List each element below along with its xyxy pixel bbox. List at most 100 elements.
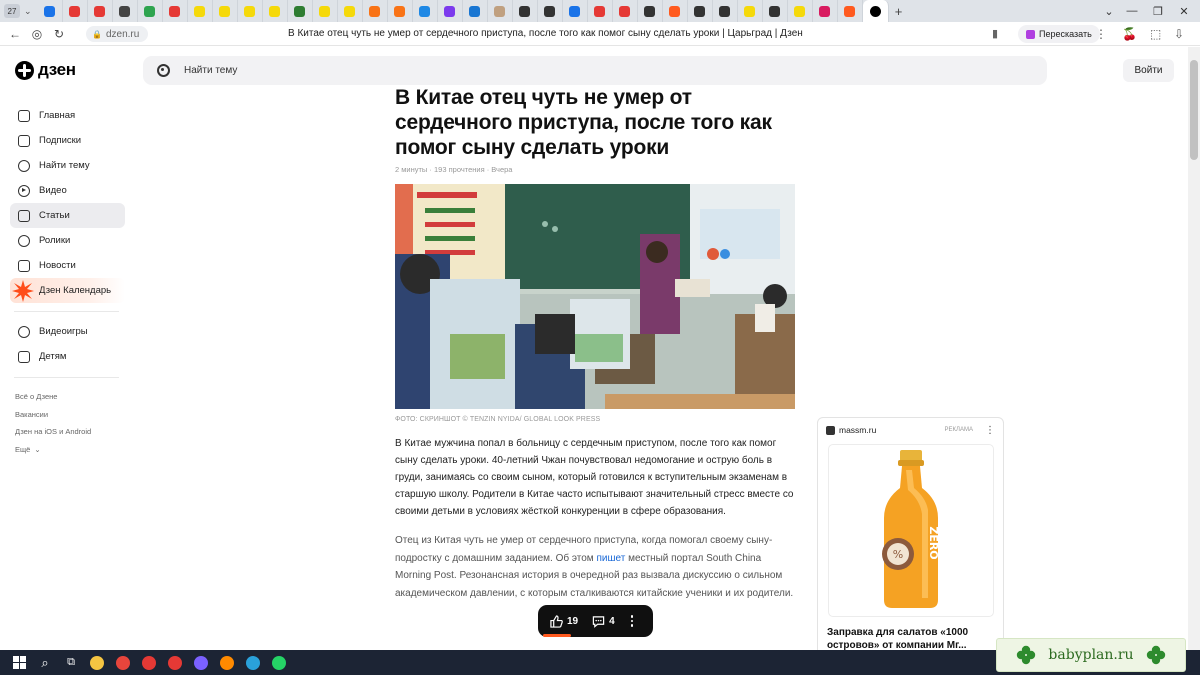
ad-menu-icon[interactable]: ⋮ <box>985 425 995 436</box>
article-title: В Китае отец чуть не умер от сердечного … <box>395 86 772 159</box>
pinned-tab[interactable] <box>663 0 688 22</box>
sidebar-item-calendar[interactable]: Дзен Календарь <box>10 278 125 303</box>
new-tab-button[interactable]: + <box>889 4 909 19</box>
comment-count: 4 <box>609 615 615 627</box>
pinned-tab[interactable] <box>713 0 738 22</box>
pinned-tab[interactable] <box>88 0 113 22</box>
bookmark-icon[interactable]: ▮ <box>992 27 998 40</box>
more-options-icon[interactable] <box>630 615 634 627</box>
pinned-tab[interactable] <box>688 0 713 22</box>
back-arrow-icon[interactable]: ← <box>4 27 26 41</box>
reader-mode-icon[interactable]: ◎ <box>26 27 48 41</box>
tab-favicon-icon <box>844 5 856 17</box>
pinned-tab[interactable] <box>563 0 588 22</box>
pinned-tab[interactable] <box>788 0 813 22</box>
taskbar-app-button[interactable] <box>242 652 264 674</box>
page-scrollbar-thumb[interactable] <box>1190 60 1198 160</box>
ad-card[interactable]: massm.ru РЕКЛАМА ⋮ % ZERO Заправка для с… <box>817 417 1004 657</box>
footer-link-about[interactable]: Всё о Дзене <box>15 388 125 406</box>
tab-favicon-icon <box>819 5 831 17</box>
tab-list-chevron-icon[interactable]: ⌄ <box>24 6 32 17</box>
pinned-tab[interactable] <box>113 0 138 22</box>
sidebar-item-articles[interactable]: Статьи <box>10 203 125 228</box>
task-view-button[interactable]: ⧉ <box>60 652 82 674</box>
pinned-tab[interactable] <box>463 0 488 22</box>
pinned-tab[interactable] <box>438 0 463 22</box>
comments-button[interactable]: 4 <box>592 615 615 628</box>
login-button[interactable]: Войти <box>1123 59 1174 82</box>
taskbar-app-button[interactable] <box>164 652 186 674</box>
extension-icon[interactable]: 🍒 <box>1122 27 1137 41</box>
pinned-tab[interactable] <box>588 0 613 22</box>
pinned-tab[interactable] <box>313 0 338 22</box>
close-window-button[interactable]: ✕ <box>1166 0 1200 22</box>
source-link[interactable]: пишет <box>596 553 625 564</box>
pinned-tab[interactable] <box>613 0 638 22</box>
pinned-tab[interactable] <box>188 0 213 22</box>
pinned-tab[interactable] <box>838 0 863 22</box>
sidebar-item-video[interactable]: Видео <box>10 178 125 203</box>
sidebar-item-label: Видеоигры <box>39 326 88 337</box>
pinned-tab[interactable] <box>413 0 438 22</box>
downloads-icon[interactable]: ⇩ <box>1174 27 1184 41</box>
url-field[interactable]: 🔒 dzen.ru <box>86 26 148 42</box>
sidebar-item-find-topic[interactable]: Найти тему <box>10 153 125 178</box>
pinned-tab[interactable] <box>238 0 263 22</box>
ad-header: massm.ru РЕКЛАМА ⋮ <box>818 418 1003 442</box>
advertiser-name: massm.ru <box>839 425 877 435</box>
sidebar-item-news[interactable]: Новости <box>10 253 125 278</box>
pinned-tab[interactable] <box>488 0 513 22</box>
taskbar-apps <box>82 652 290 674</box>
home-icon <box>18 109 30 122</box>
pinned-tab[interactable] <box>288 0 313 22</box>
active-tab[interactable] <box>862 0 889 22</box>
taskbar-app-button[interactable] <box>216 652 238 674</box>
taskbar-app-button[interactable] <box>112 652 134 674</box>
pinned-tab[interactable] <box>263 0 288 22</box>
sidebar-item-shorts[interactable]: Ролики <box>10 228 125 253</box>
tab-count-badge[interactable]: 27 <box>4 4 20 18</box>
ad-title[interactable]: Заправка для салатов «1000 островов» от … <box>818 617 1003 652</box>
dzen-logo[interactable]: дзен <box>15 60 76 80</box>
profile-icon[interactable]: ⬚ <box>1150 27 1161 41</box>
sidebar-item-label: Видео <box>39 185 67 196</box>
pinned-tab[interactable] <box>63 0 88 22</box>
sidebar-item-home[interactable]: Главная <box>10 103 125 128</box>
sidebar-item-kids[interactable]: Детям <box>10 344 125 369</box>
tab-favicon-icon <box>694 5 706 17</box>
photo-caption: ФОТО: СКРИНШОТ © TENZIN NYIDA/ GLOBAL LO… <box>395 416 601 423</box>
pinned-tab[interactable] <box>138 0 163 22</box>
sidebar-item-videogames[interactable]: Видеоигры <box>10 319 125 344</box>
ad-image[interactable]: % ZERO <box>828 444 994 617</box>
taskbar-app-button[interactable] <box>86 652 108 674</box>
pinned-tab[interactable] <box>813 0 838 22</box>
pinned-tab[interactable] <box>638 0 663 22</box>
start-button[interactable] <box>8 652 30 674</box>
more-menu-icon[interactable]: ⋮ <box>1095 27 1107 41</box>
pinned-tab[interactable] <box>538 0 563 22</box>
sidebar-item-subscriptions[interactable]: Подписки <box>10 128 125 153</box>
pinned-tab[interactable] <box>738 0 763 22</box>
taskbar-app-button[interactable] <box>190 652 212 674</box>
pinned-tab[interactable] <box>338 0 363 22</box>
taskbar-app-button[interactable] <box>138 652 160 674</box>
pinned-tab[interactable] <box>163 0 188 22</box>
pinned-tab[interactable] <box>363 0 388 22</box>
taskbar-search-button[interactable]: ⌕ <box>34 652 56 674</box>
retell-button[interactable]: Пересказать <box>1018 25 1100 43</box>
footer-link-apps[interactable]: Дзен на iOS и Android <box>15 423 125 441</box>
search-bar[interactable] <box>143 56 1047 85</box>
search-input[interactable] <box>184 65 884 76</box>
like-button[interactable]: 19 <box>550 614 578 628</box>
pinned-tab[interactable] <box>213 0 238 22</box>
footer-link-more[interactable]: Ещё ⌄ <box>15 441 125 459</box>
taskbar-app-button[interactable] <box>268 652 290 674</box>
pinned-tab[interactable] <box>763 0 788 22</box>
pinned-tab[interactable] <box>388 0 413 22</box>
pinned-tab[interactable] <box>38 0 63 22</box>
footer-link-vacancies[interactable]: Вакансии <box>15 406 125 424</box>
watermark-text: babyplan.ru <box>1048 647 1134 663</box>
pinned-tab[interactable] <box>513 0 538 22</box>
chevron-down-icon: ⌄ <box>34 444 41 454</box>
reload-icon[interactable]: ↻ <box>48 27 70 41</box>
